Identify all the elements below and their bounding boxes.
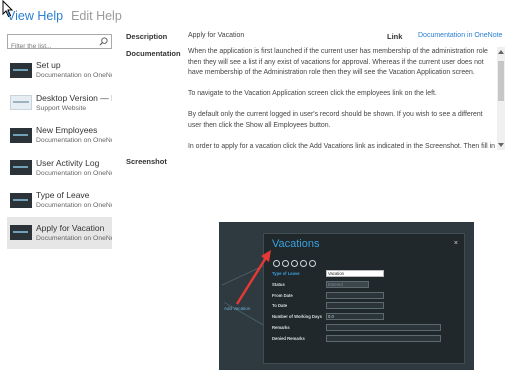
doc-paragraph: To navigate to the Vacation Application … [188, 90, 437, 97]
field-label: Number of Working Days [272, 314, 322, 320]
topic-thumbnail [10, 192, 32, 208]
vacation-form: Type of Leave Vacation Status Entered From… [272, 270, 458, 346]
help-tabs: View Help Edit Help [7, 8, 122, 24]
list-item-subtitle: Documentation on OneNote [36, 234, 112, 242]
doc-paragraph: When the application is first launched i… [188, 48, 488, 76]
onenote-link[interactable]: Documentation in OneNote [418, 32, 502, 39]
vacations-dialog: Vacations × Type of Leave Vacation Status… [263, 233, 465, 364]
field-label: Denied Remarks [272, 335, 305, 341]
tab-view-help[interactable]: View Help [7, 8, 63, 24]
edit-icon [282, 260, 289, 267]
field-value: Entered [326, 280, 369, 288]
field-label: Status [272, 281, 285, 287]
topic-thumbnail [10, 160, 32, 176]
delete-icon [291, 260, 298, 267]
refresh-icon [309, 260, 316, 267]
search-icon[interactable] [99, 37, 108, 46]
scrollbar-thumb[interactable] [498, 61, 504, 101]
list-item-selected[interactable]: Apply for Vacation Documentation on OneN… [7, 216, 112, 249]
doc-paragraph: By default only the current logged in us… [188, 111, 483, 129]
help-topic-list: Set up Documentation on OneNote Desktop … [7, 54, 112, 249]
documentation-label: Documentation [126, 49, 181, 58]
filter-box [7, 34, 112, 53]
tab-edit-help[interactable]: Edit Help [71, 8, 122, 24]
list-item-subtitle: Documentation on OneNote [36, 169, 112, 177]
save-icon [300, 260, 307, 267]
list-item[interactable]: Set up Documentation on OneNote [7, 54, 112, 87]
add-icon [273, 260, 280, 267]
list-item[interactable]: New Employees Documentation on OneNote [7, 119, 112, 152]
dialog-title: Vacations [272, 238, 320, 250]
close-icon: × [453, 240, 458, 247]
scroll-down-arrow-icon[interactable] [498, 143, 504, 147]
topic-thumbnail [10, 225, 32, 241]
list-item[interactable]: Desktop Version — Page Support Website [7, 87, 112, 120]
field-value [326, 302, 384, 310]
filter-input[interactable] [8, 40, 98, 53]
embedded-screenshot: Add Vacation Vacations × Type of Leave Va… [219, 222, 474, 370]
field-label: Type of Leave [272, 271, 300, 276]
list-item-title: New Employees [36, 125, 98, 136]
field-label: To Date [272, 303, 288, 309]
documentation-text: When the application is first launched i… [188, 47, 495, 150]
list-item-title: Type of Leave [36, 190, 90, 201]
list-item-subtitle: Support Website [36, 104, 87, 112]
description-label: Description [126, 32, 168, 41]
topic-thumbnail [10, 127, 32, 143]
list-item-subtitle: Documentation on OneNote [36, 202, 112, 210]
list-item[interactable]: User Activity Log Documentation on OneNo… [7, 152, 112, 185]
screenshot-label: Screenshot [126, 157, 167, 166]
field-label: From Date [272, 292, 293, 298]
topic-thumbnail [10, 62, 32, 78]
list-item-title: User Activity Log [36, 157, 100, 168]
field-label: Remarks [272, 324, 290, 330]
list-item-title: Apply for Vacation [36, 222, 105, 233]
link-label: Link [387, 32, 403, 41]
field-value: Vacation [326, 270, 384, 277]
list-item[interactable]: Type of Leave Documentation on OneNote [7, 184, 112, 217]
dialog-toolbar [273, 260, 316, 267]
description-value: Apply for Vacation [188, 32, 245, 39]
field-value [326, 323, 441, 331]
topic-thumbnail [10, 95, 32, 111]
list-item-title: Set up [36, 60, 61, 71]
scroll-up-arrow-icon[interactable] [498, 50, 504, 54]
list-item-subtitle: Documentation on OneNote [36, 137, 112, 145]
list-item-subtitle: Documentation on OneNote [36, 72, 112, 80]
doc-paragraph: In order to apply for a vacation click t… [188, 142, 495, 150]
documentation-scrollbar[interactable] [497, 47, 505, 150]
field-value: 0.0 [326, 313, 384, 321]
field-value [326, 291, 384, 299]
add-vacation-link: Add Vacation [224, 306, 251, 311]
field-value [326, 334, 441, 342]
list-item-title: Desktop Version — Page [36, 92, 112, 103]
